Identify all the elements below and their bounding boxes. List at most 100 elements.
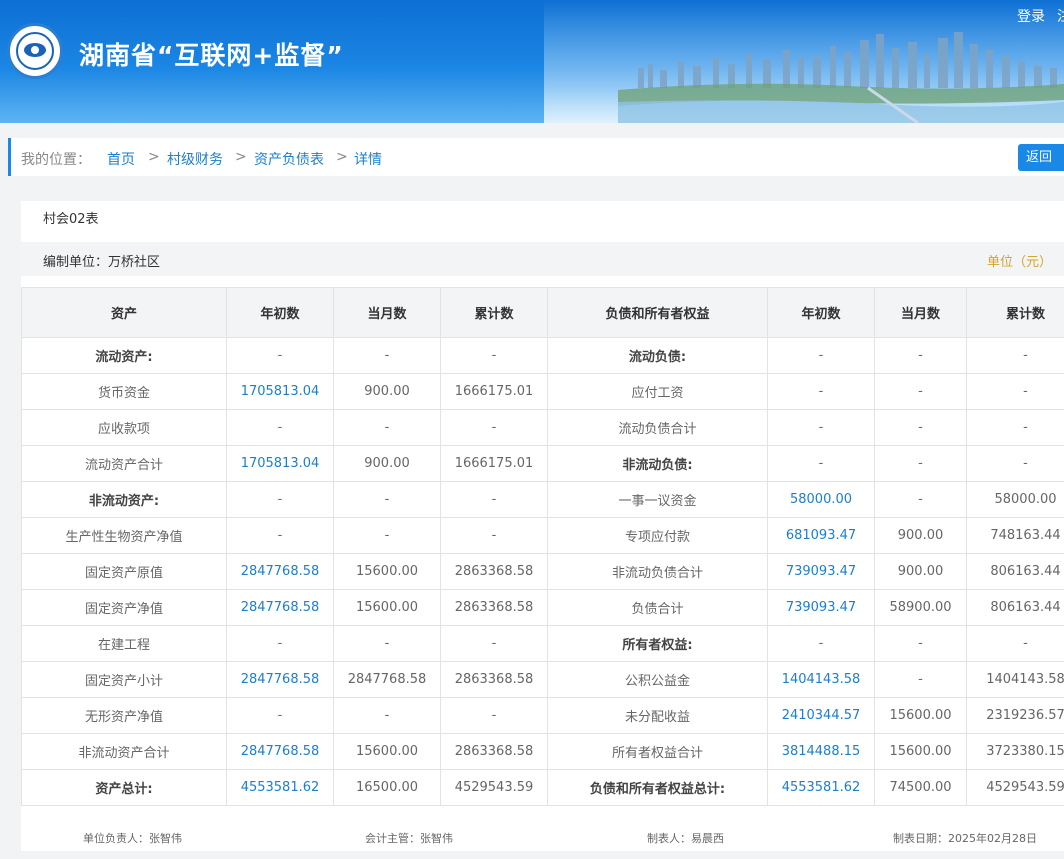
table-cell: 1666175.01 bbox=[440, 373, 548, 410]
balance-sheet-table: 资产 年初数 当月数 累计数 负债和所有者权益 年初数 当月数 累计数 流动资产… bbox=[21, 287, 1064, 806]
report-panel: 村会02表 编制单位：万桥社区 单位（元） 资产 年初数 当月数 累计数 负债和… bbox=[21, 201, 1064, 851]
breadcrumb-separator: > bbox=[235, 149, 247, 165]
table-cell: 在建工程 bbox=[21, 625, 227, 662]
table-cell: 58900.00 bbox=[874, 589, 967, 626]
table-cell: - bbox=[226, 697, 334, 734]
table-cell: 2847768.58 bbox=[333, 661, 441, 698]
table-cell: 2863368.58 bbox=[440, 661, 548, 698]
table-cell: 806163.44 bbox=[966, 553, 1064, 590]
table-cell: 900.00 bbox=[874, 517, 967, 554]
table-cell: 806163.44 bbox=[966, 589, 1064, 626]
table-cell: 应收款项 bbox=[21, 409, 227, 446]
table-cell: 74500.00 bbox=[874, 769, 967, 806]
table-cell: - bbox=[874, 661, 967, 698]
table-cell: 58000.00 bbox=[767, 481, 875, 518]
city-skyline-image bbox=[618, 32, 1064, 123]
table-cell: 一事一议资金 bbox=[547, 481, 768, 518]
breadcrumb-village-finance[interactable]: 村级财务 bbox=[167, 149, 223, 169]
table-cell: - bbox=[333, 517, 441, 554]
footer-leader: 单位负责人：张智伟 bbox=[83, 832, 182, 845]
table-cell: 非流动负债合计 bbox=[547, 553, 768, 590]
table-row: 资产总计: 4553581.62 16500.00 4529543.59 负债和所有者权… bbox=[21, 769, 1064, 806]
table-row: 应收款项 - - - 流动负债合计 - - - bbox=[21, 409, 1064, 446]
table-cell: - bbox=[767, 445, 875, 482]
header-cell: 当月数 bbox=[333, 287, 441, 338]
table-cell: - bbox=[440, 625, 548, 662]
table-cell: - bbox=[767, 337, 875, 374]
table-cell: 固定资产原值 bbox=[21, 553, 227, 590]
report-org: 编制单位：万桥社区 bbox=[43, 255, 161, 270]
table-cell: 15600.00 bbox=[874, 697, 967, 734]
table-cell: - bbox=[333, 409, 441, 446]
table-row: 无形资产净值 - - - 未分配收益 2410344.57 15600.00 2319236.… bbox=[21, 697, 1064, 734]
table-cell: 生产性生物资产净值 bbox=[21, 517, 227, 554]
table-cell: 公积公益金 bbox=[547, 661, 768, 698]
table-cell: 非流动资产合计 bbox=[21, 733, 227, 770]
header-cell: 年初数 bbox=[226, 287, 334, 338]
table-cell: - bbox=[226, 517, 334, 554]
header-cell: 累计数 bbox=[440, 287, 548, 338]
table-cell: 15600.00 bbox=[874, 733, 967, 770]
table-cell: - bbox=[767, 625, 875, 662]
table-cell: 固定资产小计 bbox=[21, 661, 227, 698]
table-cell: - bbox=[440, 481, 548, 518]
header-cell: 累计数 bbox=[966, 287, 1064, 338]
table-cell: - bbox=[226, 625, 334, 662]
table-row: 非流动资产合计 2847768.58 15600.00 2863368.58 所有者权益… bbox=[21, 733, 1064, 770]
report-code: 村会02表 bbox=[43, 212, 99, 227]
header-cell: 资产 bbox=[21, 287, 227, 338]
table-row: 非流动资产: - - - 一事一议资金 58000.00-58000.00 bbox=[21, 481, 1064, 518]
breadcrumb-balance-sheet[interactable]: 资产负债表 bbox=[254, 149, 324, 169]
table-cell: 748163.44 bbox=[966, 517, 1064, 554]
table-cell: 900.00 bbox=[333, 373, 441, 410]
table-cell: - bbox=[333, 337, 441, 374]
table-cell: 应付工资 bbox=[547, 373, 768, 410]
table-cell: 1404143.58 bbox=[966, 661, 1064, 698]
table-cell: 2863368.58 bbox=[440, 589, 548, 626]
table-cell: 4529543.59 bbox=[966, 769, 1064, 806]
table-cell: - bbox=[874, 409, 967, 446]
site-logo[interactable] bbox=[7, 23, 63, 79]
table-cell: - bbox=[226, 337, 334, 374]
table-cell: 流动负债: bbox=[547, 337, 768, 374]
table-cell: - bbox=[874, 625, 967, 662]
table-cell: 2847768.58 bbox=[226, 589, 334, 626]
footer-preparer: 制表人：易晨西 bbox=[647, 832, 724, 845]
table-cell: - bbox=[767, 409, 875, 446]
table-cell: 负债和所有者权益总计: bbox=[547, 769, 768, 806]
table-row: 在建工程 - - - 所有者权益: - - - bbox=[21, 625, 1064, 662]
table-cell: 无形资产净值 bbox=[21, 697, 227, 734]
breadcrumb-label: 我的位置： bbox=[21, 152, 91, 168]
table-cell: - bbox=[874, 337, 967, 374]
table-cell: - bbox=[966, 373, 1064, 410]
table-cell: - bbox=[966, 337, 1064, 374]
table-cell: 所有者权益合计 bbox=[547, 733, 768, 770]
login-link[interactable]: 登录 bbox=[1017, 6, 1045, 26]
table-cell: 流动资产合计 bbox=[21, 445, 227, 482]
table-cell: 58000.00 bbox=[966, 481, 1064, 518]
breadcrumb-home[interactable]: 首页 bbox=[107, 149, 135, 169]
table-cell: 2847768.58 bbox=[226, 733, 334, 770]
header-cell: 负债和所有者权益 bbox=[547, 287, 768, 338]
table-cell: - bbox=[440, 517, 548, 554]
table-cell: 4553581.62 bbox=[767, 769, 875, 806]
register-link[interactable]: 注 bbox=[1057, 6, 1064, 26]
table-row: 流动资产: - - - 流动负债: - - - bbox=[21, 337, 1064, 374]
table-cell: 681093.47 bbox=[767, 517, 875, 554]
report-meta-row: 编制单位：万桥社区 单位（元） bbox=[21, 242, 1064, 276]
footer-accountant: 会计主管：张智伟 bbox=[365, 832, 453, 845]
table-cell: 负债合计 bbox=[547, 589, 768, 626]
table-row: 流动资产合计 1705813.04 900.00 1666175.01 非流动负债: - -… bbox=[21, 445, 1064, 482]
table-cell: 2863368.58 bbox=[440, 553, 548, 590]
table-cell: 固定资产净值 bbox=[21, 589, 227, 626]
back-button[interactable]: 返回 bbox=[1018, 144, 1064, 171]
site-title: 湖南省“互联网+监督” bbox=[79, 41, 344, 70]
table-cell: 16500.00 bbox=[333, 769, 441, 806]
table-cell: 2847768.58 bbox=[226, 553, 334, 590]
table-cell: - bbox=[874, 373, 967, 410]
breadcrumb: 我的位置： 首页 > 村级财务 > 资产负债表 > 详情 bbox=[8, 138, 1064, 176]
breadcrumb-detail[interactable]: 详情 bbox=[354, 149, 382, 169]
site-header: 湖南省“互联网+监督” 登录 注 bbox=[0, 0, 1064, 123]
table-cell: 未分配收益 bbox=[547, 697, 768, 734]
report-footer: 单位负责人：张智伟 会计主管：张智伟 制表人：易晨西 制表日期：2025年02月… bbox=[21, 830, 1064, 848]
